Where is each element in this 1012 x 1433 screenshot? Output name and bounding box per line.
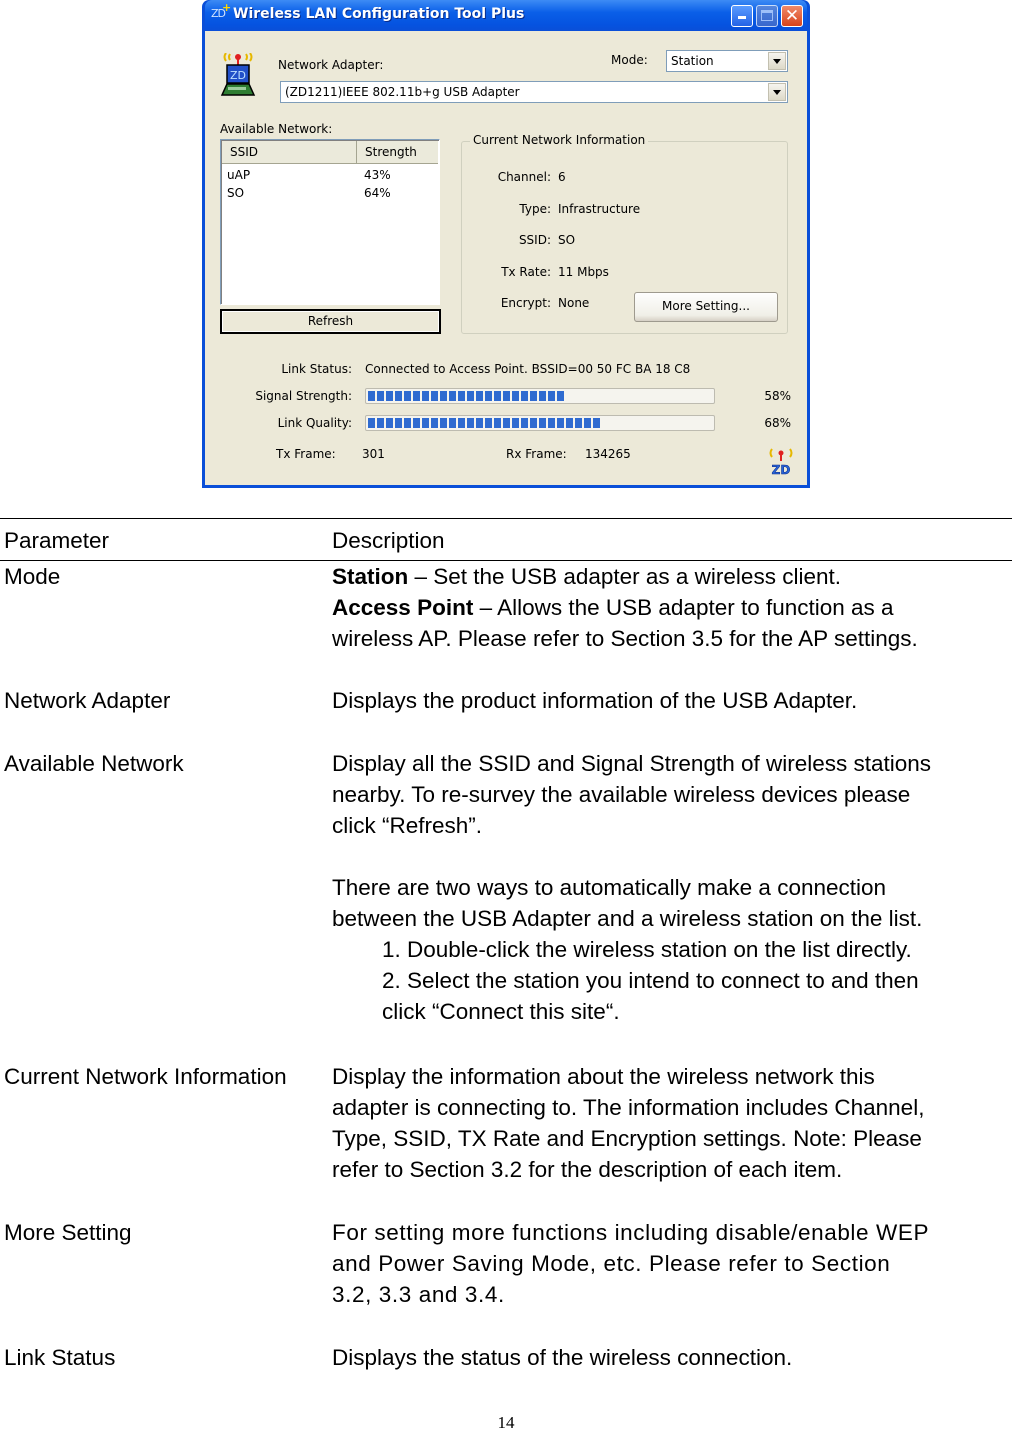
desc-line: and Power Saving Mode, etc. Please refer…: [332, 1251, 891, 1276]
step-item-cont: click “Connect this site“.: [382, 999, 620, 1024]
type-value: Infrastructure: [558, 202, 641, 216]
column-header-strength[interactable]: Strength: [357, 141, 438, 163]
tx-frame-label: Tx Frame:: [276, 447, 336, 461]
link-status-value: Connected to Access Point. BSSID=00 50 F…: [365, 362, 691, 376]
network-row[interactable]: SO 64%: [227, 186, 391, 204]
desc-line: adapter is connecting to. The informatio…: [332, 1095, 925, 1120]
description-column-header: Description: [332, 528, 445, 553]
link-quality-label: Link Quality:: [277, 416, 352, 430]
zd-logo-icon: ZD +: [211, 1, 231, 20]
station-text: – Set the USB adapter as a wireless clie…: [408, 564, 841, 589]
param-name: Link Status: [4, 1345, 116, 1370]
station-term: Station: [332, 564, 409, 589]
channel-value: 6: [558, 170, 566, 184]
network-adapter-label: Network Adapter:: [278, 58, 384, 72]
param-description: Display all the SSID and Signal Strength…: [332, 748, 1012, 1027]
param-name: Network Adapter: [4, 688, 171, 713]
type-label: Type:: [519, 202, 551, 216]
network-adapter-select[interactable]: (ZD1211)IEEE 802.11b+g USB Adapter: [280, 81, 788, 103]
param-description: Displays the status of the wireless conn…: [332, 1345, 793, 1370]
network-adapter-value: (ZD1211)IEEE 802.11b+g USB Adapter: [285, 85, 520, 99]
parameter-table: Parameter Description Mode Station – Set…: [0, 518, 1012, 1370]
step-item: 1. Double-click the wireless station on …: [382, 937, 912, 962]
tx-frame-value: 301: [362, 447, 385, 461]
maximize-button[interactable]: [756, 5, 778, 27]
group-legend: Current Network Information: [470, 133, 649, 147]
desc-line: Type, SSID, TX Rate and Encryption setti…: [332, 1126, 922, 1151]
more-setting-button[interactable]: More Setting...: [634, 292, 778, 322]
mode-select[interactable]: Station: [666, 50, 788, 72]
title-bar[interactable]: ZD + Wireless LAN Configuration Tool Plus…: [205, 0, 807, 31]
maximize-icon: [761, 10, 773, 21]
chevron-down-icon[interactable]: [768, 83, 786, 101]
param-name: Mode: [4, 564, 61, 589]
refresh-button[interactable]: Refresh: [220, 309, 441, 334]
window-client-area: ZD Network Adapter: Mode: Station (ZD121…: [205, 31, 807, 485]
desc-line: between the USB Adapter and a wireless s…: [332, 906, 923, 931]
link-quality-percent: 68%: [764, 416, 791, 430]
encrypt-value: None: [558, 296, 590, 310]
step-item: 2. Select the station you intend to conn…: [382, 968, 919, 993]
table-header: Parameter Description: [0, 518, 1012, 561]
zd-laptop-antenna-icon: ZD: [220, 53, 256, 96]
desc-line: click “Refresh”.: [332, 813, 483, 838]
param-name: Available Network: [4, 751, 184, 776]
svg-text:ZD: ZD: [772, 463, 791, 477]
desc-line: Display the information about the wirele…: [332, 1064, 875, 1089]
param-description: For setting more functions including dis…: [332, 1217, 1012, 1310]
param-name: More Setting: [4, 1220, 132, 1245]
link-quality-bar: [365, 415, 715, 431]
signal-strength-bar: [365, 388, 715, 404]
param-description: Station – Set the USB adapter as a wirel…: [332, 561, 1012, 654]
list-header: SSID Strength: [222, 141, 438, 164]
page-number: 14: [497, 1413, 515, 1432]
tx-rate-label: Tx Rate:: [501, 265, 551, 279]
signal-strength-fill: [368, 391, 566, 401]
chevron-down-icon[interactable]: [768, 52, 786, 70]
param-description: Displays the product information of the …: [332, 688, 858, 713]
window-title: Wireless LAN Configuration Tool Plus: [233, 6, 525, 22]
signal-strength-percent: 58%: [764, 389, 791, 403]
desc-line: There are two ways to automatically make…: [332, 875, 887, 900]
current-network-info-group: Current Network Information Channel: 6 T…: [461, 133, 788, 334]
encrypt-label: Encrypt:: [500, 296, 551, 310]
access-point-term: Access Point: [332, 595, 474, 620]
config-tool-window: ZD + Wireless LAN Configuration Tool Plus…: [202, 0, 810, 488]
network-ssid: SO: [227, 186, 245, 200]
desc-line: nearby. To re-survey the available wirel…: [332, 782, 911, 807]
minimize-button[interactable]: [731, 5, 753, 27]
mode-selected-value: Station: [671, 54, 714, 68]
column-header-ssid[interactable]: SSID: [222, 141, 357, 163]
access-point-text-cont: wireless AP. Please refer to Section 3.5…: [332, 626, 918, 651]
desc-line: Display all the SSID and Signal Strength…: [332, 751, 932, 776]
available-network-list[interactable]: SSID Strength uAP 43% SO 64%: [220, 139, 440, 305]
zd-tray-icon[interactable]: ZD: [767, 447, 795, 477]
rx-frame-value: 134265: [585, 447, 631, 461]
network-strength: 43%: [364, 168, 391, 182]
access-point-text: – Allows the USB adapter to function as …: [473, 595, 894, 620]
close-button[interactable]: ✕: [781, 5, 803, 27]
desc-line: 3.2, 3.3 and 3.4.: [332, 1282, 505, 1307]
link-status-label: Link Status:: [281, 362, 352, 376]
channel-label: Channel:: [497, 170, 551, 184]
network-row[interactable]: uAP 43%: [227, 168, 391, 186]
mode-label: Mode:: [611, 53, 648, 67]
minimize-icon: [738, 16, 746, 19]
close-icon: ✕: [784, 6, 800, 26]
ssid-label: SSID:: [518, 233, 551, 247]
network-strength: 64%: [364, 186, 391, 200]
available-network-label: Available Network:: [220, 122, 333, 136]
link-quality-fill: [368, 418, 602, 428]
tx-rate-value: 11 Mbps: [558, 265, 609, 279]
parameter-column-header: Parameter: [4, 528, 110, 553]
desc-line: refer to Section 3.2 for the description…: [332, 1157, 843, 1182]
rx-frame-label: Rx Frame:: [506, 447, 567, 461]
ssid-value: SO: [558, 233, 576, 247]
param-name: Current Network Information: [4, 1064, 287, 1089]
desc-line: For setting more functions including dis…: [332, 1220, 930, 1245]
network-ssid: uAP: [227, 168, 251, 182]
param-description: Display the information about the wirele…: [332, 1061, 1012, 1185]
svg-text:ZD: ZD: [230, 69, 246, 82]
signal-strength-label: Signal Strength:: [255, 389, 352, 403]
